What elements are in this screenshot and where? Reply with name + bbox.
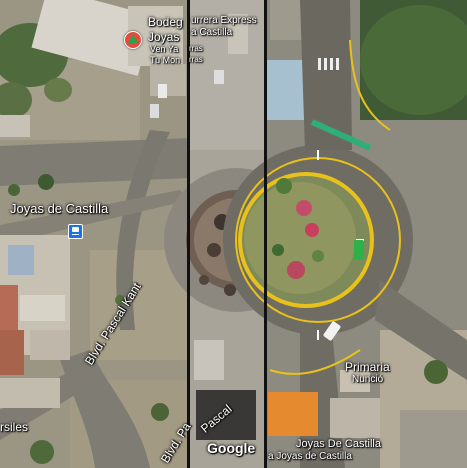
- google-attribution[interactable]: Google: [207, 440, 255, 456]
- store-marker-icon[interactable]: [124, 31, 142, 49]
- school-label-line2: Nunció: [352, 374, 384, 385]
- courier-name-line1[interactable]: urrera Express: [191, 15, 257, 26]
- panel-divider-right: [264, 0, 267, 468]
- school-label[interactable]: Primaria: [345, 360, 390, 374]
- courier-sub-1: rras: [189, 44, 203, 53]
- courier-sub-2: rras: [189, 55, 203, 64]
- poi-sub-line1: Ven Ya: [150, 44, 179, 54]
- neighborhood-label-right: Joyas De Castilla: [296, 438, 381, 450]
- poi-name-line2[interactable]: Joyas: [148, 30, 179, 44]
- bus-stop-icon[interactable]: [68, 224, 83, 239]
- courier-name-line2[interactable]: a Castilla: [191, 27, 232, 38]
- panel-divider-left: [187, 0, 190, 468]
- neighborhood-sublabel-right: a Joyas de Castilla: [268, 451, 352, 462]
- neighborhood-label-left: Joyas de Castilla: [10, 201, 109, 216]
- poi-name-line1[interactable]: Bodeg: [148, 15, 183, 29]
- left-panel: [0, 0, 190, 468]
- poi-sub-line2: Tu Mon: [150, 55, 181, 65]
- street-label-versailles: rsiles: [0, 420, 29, 434]
